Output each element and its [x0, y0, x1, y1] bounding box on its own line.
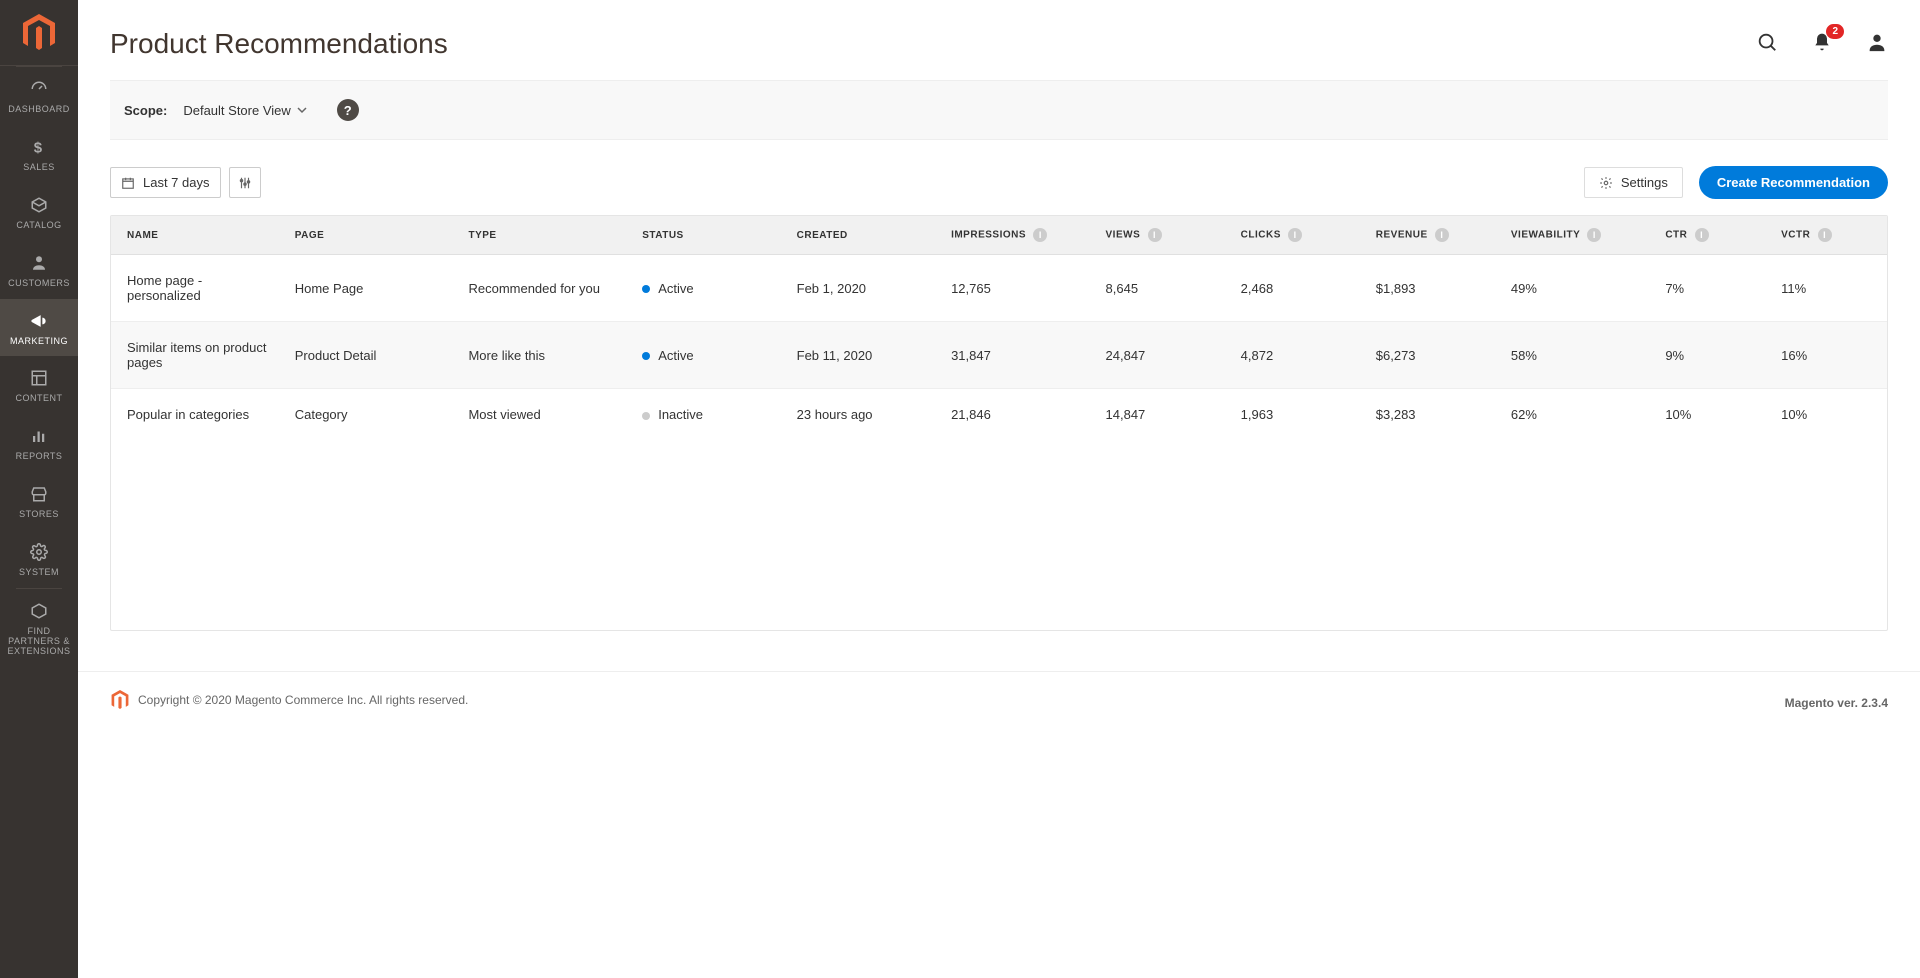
storefront-icon: [30, 482, 48, 506]
calendar-icon: [121, 176, 135, 190]
info-icon[interactable]: i: [1148, 228, 1162, 242]
search-icon[interactable]: [1756, 31, 1778, 58]
sliders-icon: [238, 176, 252, 190]
version-text: Magento ver. 2.3.4: [1785, 696, 1888, 710]
sidebar-item-extensions[interactable]: FIND PARTNERS & EXTENSIONS: [0, 589, 78, 667]
column-clicks[interactable]: Clicks i: [1231, 216, 1366, 255]
dollar-icon: $: [30, 135, 48, 159]
page-title: Product Recommendations: [110, 28, 448, 60]
gauge-icon: [28, 77, 50, 101]
column-page[interactable]: Page: [285, 216, 459, 255]
column-revenue[interactable]: Revenue i: [1366, 216, 1501, 255]
chevron-down-icon: [297, 105, 307, 115]
sidebar-item-dashboard[interactable]: DASHBOARD: [0, 67, 78, 125]
notifications-icon[interactable]: 2: [1812, 32, 1832, 57]
notification-badge: 2: [1826, 24, 1844, 39]
magento-logo-icon: [110, 690, 130, 710]
column-vctr[interactable]: VCTR i: [1771, 216, 1887, 255]
info-icon[interactable]: i: [1695, 228, 1709, 242]
status-cell: Inactive: [632, 389, 786, 441]
sidebar-item-sales[interactable]: $ SALES: [0, 125, 78, 183]
main-area: Product Recommendations 2 Scope: Default…: [78, 0, 1920, 978]
sidebar-item-content[interactable]: CONTENT: [0, 356, 78, 414]
page-header: Product Recommendations 2: [78, 0, 1920, 80]
sidebar-item-reports[interactable]: REPORTS: [0, 414, 78, 472]
status-dot: [642, 412, 650, 420]
table-row[interactable]: Home page - personalizedHome PageRecomme…: [111, 255, 1887, 322]
gear-icon: [1599, 176, 1613, 190]
sidebar-item-catalog[interactable]: CATALOG: [0, 183, 78, 241]
status-cell: Active: [632, 322, 786, 389]
column-type[interactable]: Type: [458, 216, 632, 255]
puzzle-icon: [30, 599, 48, 623]
sidebar-item-stores[interactable]: STORES: [0, 472, 78, 530]
header-actions: 2: [1756, 31, 1888, 58]
scope-label: Scope:: [124, 103, 167, 118]
column-views[interactable]: Views i: [1096, 216, 1231, 255]
sidebar-item-marketing[interactable]: MARKETING: [0, 299, 78, 357]
status-dot: [642, 285, 650, 293]
info-icon[interactable]: i: [1818, 228, 1832, 242]
create-recommendation-button[interactable]: Create Recommendation: [1699, 166, 1888, 199]
megaphone-icon: [29, 309, 49, 333]
bars-icon: [30, 424, 48, 448]
table-row[interactable]: Popular in categoriesCategoryMost viewed…: [111, 389, 1887, 441]
date-range-button[interactable]: Last 7 days: [110, 167, 221, 198]
page-footer: Copyright © 2020 Magento Commerce Inc. A…: [78, 671, 1920, 714]
column-viewability[interactable]: Viewability i: [1501, 216, 1655, 255]
column-status[interactable]: Status: [632, 216, 786, 255]
user-icon[interactable]: [1866, 31, 1888, 58]
scope-bar: Scope: Default Store View ?: [110, 80, 1888, 140]
copyright-text: Copyright © 2020 Magento Commerce Inc. A…: [138, 693, 468, 707]
magento-logo-icon: [20, 14, 58, 52]
info-icon[interactable]: i: [1033, 228, 1047, 242]
columns-button[interactable]: [229, 167, 261, 198]
sidebar: DASHBOARD $ SALES CATALOG CUSTOMERS MARK…: [0, 0, 78, 978]
column-ctr[interactable]: CTR i: [1655, 216, 1771, 255]
column-created[interactable]: Created: [787, 216, 941, 255]
box-icon: [30, 193, 48, 217]
scope-select[interactable]: Default Store View: [183, 103, 306, 118]
person-icon: [30, 251, 48, 275]
layout-icon: [30, 366, 48, 390]
info-icon[interactable]: i: [1587, 228, 1601, 242]
info-icon[interactable]: i: [1288, 228, 1302, 242]
sidebar-item-customers[interactable]: CUSTOMERS: [0, 241, 78, 299]
sidebar-item-system[interactable]: SYSTEM: [0, 530, 78, 588]
toolbar: Last 7 days Settings Create Recommendati…: [110, 166, 1888, 199]
recommendations-table: NamePageTypeStatusCreatedImpressions iVi…: [110, 215, 1888, 631]
column-name[interactable]: Name: [111, 216, 285, 255]
info-icon[interactable]: i: [1435, 228, 1449, 242]
help-icon[interactable]: ?: [337, 99, 359, 121]
app-logo[interactable]: [0, 0, 78, 66]
status-cell: Active: [632, 255, 786, 322]
table-row[interactable]: Similar items on product pagesProduct De…: [111, 322, 1887, 389]
gear-icon: [30, 540, 48, 564]
settings-button[interactable]: Settings: [1584, 167, 1683, 198]
status-dot: [642, 352, 650, 360]
column-impressions[interactable]: Impressions i: [941, 216, 1095, 255]
svg-text:$: $: [34, 139, 43, 156]
